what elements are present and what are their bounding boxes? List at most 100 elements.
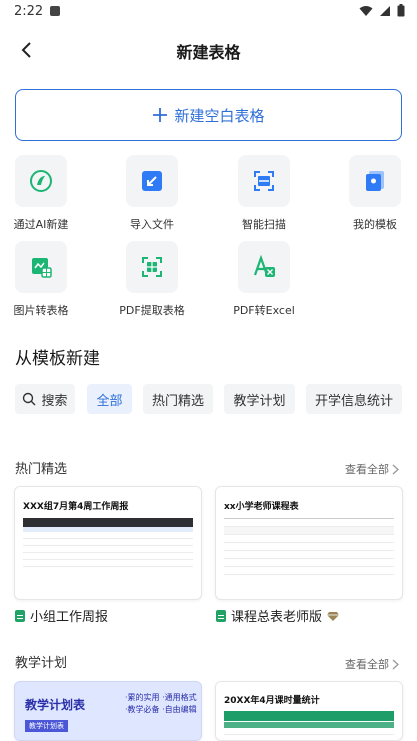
thumb-row xyxy=(224,567,394,575)
chip-school-info-label: 开学信息统计 xyxy=(314,393,393,409)
thumb-teacher-schedule: xx小学老师课程表 xyxy=(216,487,402,575)
image-to-table-icon xyxy=(32,258,52,278)
tool-pdf-to-excel[interactable]: PDF转Excel xyxy=(219,241,309,318)
template-card-teaching-plan[interactable]: 教学计划表 教学计划表 ·累的实用 ·通用格式 ·教学必备 ·自由编辑 xyxy=(14,681,202,741)
premium-diamond-icon xyxy=(327,611,340,621)
thumb-class-hours-title: 20XX年4月课时量统计 xyxy=(224,696,320,706)
thumb-sub-row xyxy=(224,722,394,728)
group-teaching-plan-see-all[interactable]: 查看全部 xyxy=(345,656,399,672)
chevron-right-icon xyxy=(392,659,399,669)
new-blank-sheet-button[interactable]: 新建空白表格 xyxy=(15,89,402,141)
thumb-bullet: ·教学必备 xyxy=(125,705,160,714)
chip-hot-picks-label: 热门精选 xyxy=(151,393,204,409)
tool-smart-scan-label: 智能扫描 xyxy=(242,218,286,231)
new-blank-sheet-label: 新建空白表格 xyxy=(174,106,265,125)
scan-icon xyxy=(254,171,274,191)
thumb-teaching-plan-bullets: ·累的实用 ·通用格式 ·教学必备 ·自由编辑 xyxy=(125,692,197,716)
tool-smart-scan[interactable]: 智能扫描 xyxy=(219,155,309,232)
tool-image-to-table-label: 图片转表格 xyxy=(13,304,69,317)
thumb-row xyxy=(224,551,394,559)
thumb-row xyxy=(23,546,193,553)
thumb-row xyxy=(224,527,394,535)
see-all-label: 查看全部 xyxy=(345,463,389,476)
top-bar: 新建表格 xyxy=(0,28,417,72)
card-teacher-schedule-name[interactable]: 课程总表老师版 xyxy=(216,606,340,625)
chevron-right-icon xyxy=(392,464,399,474)
chip-all[interactable]: 全部 xyxy=(87,384,132,414)
thumb-bullet: ·自由编辑 xyxy=(162,705,197,714)
thumb-teacher-schedule-title: xx小学老师课程表 xyxy=(224,502,299,512)
wifi-icon xyxy=(359,5,373,16)
chip-school-info[interactable]: 开学信息统计 xyxy=(306,384,402,414)
thumb-grid xyxy=(224,518,394,575)
template-card-class-hours[interactable]: 20XX年4月课时量统计 xyxy=(215,681,403,741)
thumb-weekly-report-title: XXX组7月第4周工作周报 xyxy=(23,502,129,512)
card-teacher-schedule-label: 课程总表老师版 xyxy=(231,610,323,625)
template-icon xyxy=(366,171,384,191)
thumb-row xyxy=(23,532,193,539)
thumb-bullet: ·累的实用 xyxy=(125,693,160,702)
tool-image-to-table[interactable]: 图片转表格 xyxy=(0,241,86,318)
thumb-row xyxy=(23,553,193,560)
template-card-teacher-schedule[interactable]: xx小学老师课程表 xyxy=(215,486,403,600)
thumb-row xyxy=(23,539,193,546)
tool-image-to-table-tile xyxy=(15,241,67,293)
thumb-bullet: ·通用格式 xyxy=(162,693,197,702)
tool-import-file-tile xyxy=(126,155,178,207)
battery-icon xyxy=(397,4,405,17)
thumb-teaching-plan: 教学计划表 教学计划表 xyxy=(25,696,85,732)
tool-my-templates[interactable]: 我的模板 xyxy=(330,155,417,232)
tool-import-file-label: 导入文件 xyxy=(130,218,174,231)
thumb-class-hours: 20XX年4月课时量统计 xyxy=(216,682,402,735)
tool-pdf-to-excel-tile xyxy=(238,241,290,293)
thumb-teaching-plan-title: 教学计划表 xyxy=(25,698,86,712)
tool-my-templates-label: 我的模板 xyxy=(353,218,397,231)
chip-hot-picks[interactable]: 热门精选 xyxy=(143,384,213,414)
card-weekly-report-label: 小组工作周报 xyxy=(30,610,109,625)
template-card-weekly-report[interactable]: XXX组7月第4周工作周报 xyxy=(14,486,202,600)
chip-teaching-plan-label: 教学计划 xyxy=(233,393,286,409)
templates-section-title: 从模板新建 xyxy=(15,349,100,369)
sheet-icon xyxy=(15,609,25,622)
tool-smart-scan-tile xyxy=(238,155,290,207)
notification-icon xyxy=(50,6,60,16)
template-search-label: 搜索 xyxy=(41,393,68,409)
status-time: 2:22 xyxy=(14,4,44,19)
status-bar: 2:22 xyxy=(0,0,417,24)
see-all-label: 查看全部 xyxy=(345,658,389,671)
import-icon xyxy=(142,171,162,191)
thumb-row xyxy=(224,728,394,735)
thumb-row xyxy=(224,543,394,551)
thumb-weekly-report: XXX组7月第4周工作周报 xyxy=(15,487,201,567)
chip-teaching-plan[interactable]: 教学计划 xyxy=(224,384,295,414)
thumb-row xyxy=(23,560,193,567)
group-teaching-plan-title: 教学计划 xyxy=(15,656,68,671)
thumb-row xyxy=(224,559,394,567)
status-icons xyxy=(359,4,405,17)
tool-pdf-extract-table[interactable]: PDF提取表格 xyxy=(107,241,197,318)
tool-pdf-extract-table-tile xyxy=(126,241,178,293)
pdf-to-excel-icon xyxy=(253,255,275,277)
tool-ai-create-tile xyxy=(15,155,67,207)
tool-import-file[interactable]: 导入文件 xyxy=(107,155,197,232)
tool-my-templates-tile xyxy=(349,155,401,207)
thumb-teaching-plan-sub: 教学计划表 xyxy=(25,720,68,732)
tool-pdf-extract-table-label: PDF提取表格 xyxy=(119,304,185,317)
group-hot-picks-title: 热门精选 xyxy=(15,462,68,477)
thumb-header-row xyxy=(224,711,394,721)
ai-icon xyxy=(30,170,52,192)
search-icon xyxy=(23,392,36,406)
chip-all-label: 全部 xyxy=(96,393,123,409)
card-weekly-report-name[interactable]: 小组工作周报 xyxy=(15,606,108,625)
tool-ai-create[interactable]: 通过AI新建 xyxy=(0,155,86,232)
thumb-header-row xyxy=(23,518,193,527)
signal-icon xyxy=(380,5,390,16)
thumb-row xyxy=(224,519,394,527)
template-search-chip[interactable]: 搜索 xyxy=(15,384,75,414)
pdf-extract-icon xyxy=(142,257,162,277)
group-hot-picks-see-all[interactable]: 查看全部 xyxy=(345,461,399,477)
sheet-icon xyxy=(216,609,226,622)
page-title: 新建表格 xyxy=(176,43,241,62)
tool-pdf-to-excel-label: PDF转Excel xyxy=(233,304,295,317)
tool-ai-create-label: 通过AI新建 xyxy=(13,218,69,231)
